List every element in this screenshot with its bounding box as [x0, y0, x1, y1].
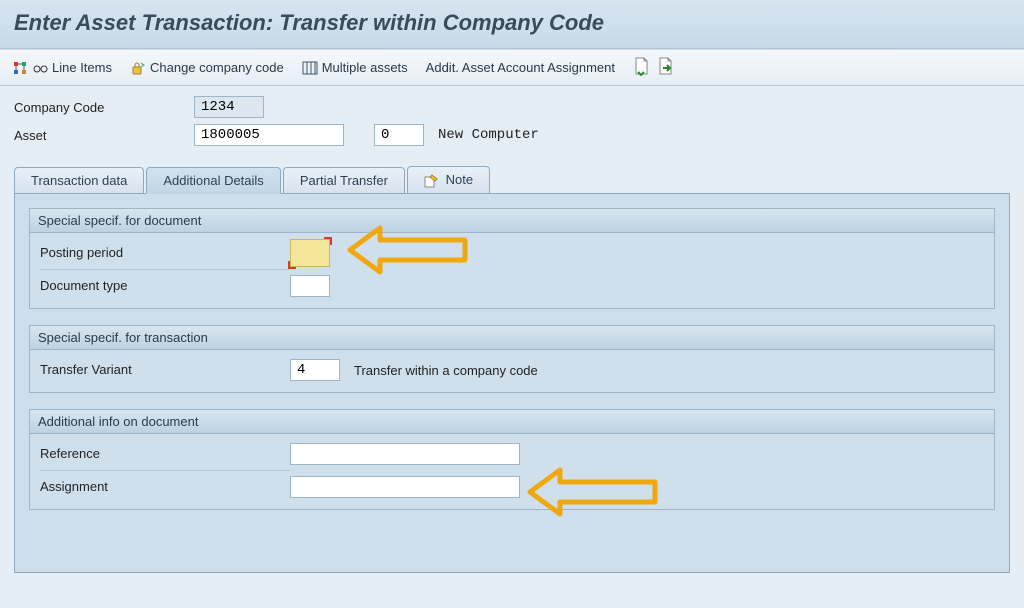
- multiple-assets-button[interactable]: Multiple assets: [302, 60, 408, 76]
- group-additional-info-document: Additional info on document Reference As…: [29, 409, 995, 510]
- group-special-specif-document: Special specif. for document Posting per…: [29, 208, 995, 309]
- company-code-label: Company Code: [14, 100, 194, 115]
- line-items-label: Line Items: [52, 60, 112, 75]
- group1-title: Special specif. for document: [30, 209, 994, 233]
- tab-partial-transfer[interactable]: Partial Transfer: [283, 167, 405, 193]
- toolbar: Line Items Change company code Multiple …: [0, 49, 1024, 86]
- group3-title: Additional info on document: [30, 410, 994, 434]
- page-title: Enter Asset Transaction: Transfer within…: [14, 10, 1010, 36]
- note-icon: [424, 173, 442, 188]
- glasses-icon: [32, 60, 48, 76]
- tab-note[interactable]: Note: [407, 166, 490, 193]
- org-chart-icon: [12, 60, 28, 76]
- posting-period-label: Posting period: [40, 245, 290, 261]
- document-export-icon[interactable]: [657, 56, 675, 79]
- group-special-specif-transaction: Special specif. for transaction Transfer…: [29, 325, 995, 393]
- asset-field[interactable]: [194, 124, 344, 146]
- reference-field[interactable]: [290, 443, 520, 465]
- group2-title: Special specif. for transaction: [30, 326, 994, 350]
- transfer-variant-label: Transfer Variant: [40, 362, 290, 378]
- addit-assign-label: Addit. Asset Account Assignment: [426, 60, 615, 75]
- asset-label: Asset: [14, 128, 194, 143]
- tab-additional-details-label: Additional Details: [163, 173, 263, 188]
- title-bar: Enter Asset Transaction: Transfer within…: [0, 0, 1024, 49]
- transfer-variant-description: Transfer within a company code: [354, 363, 538, 378]
- document-type-label: Document type: [40, 278, 290, 294]
- tab-additional-details[interactable]: Additional Details: [146, 167, 280, 194]
- asset-sub-field[interactable]: [374, 124, 424, 146]
- company-code-field[interactable]: [194, 96, 264, 118]
- tab-body: Special specif. for document Posting per…: [14, 193, 1010, 573]
- asset-description: New Computer: [438, 127, 539, 143]
- tab-transaction-data-label: Transaction data: [31, 173, 127, 188]
- line-items-button[interactable]: Line Items: [12, 60, 112, 76]
- transfer-variant-field[interactable]: [290, 359, 340, 381]
- change-company-code-label: Change company code: [150, 60, 284, 75]
- document-create-icon[interactable]: [633, 56, 651, 79]
- addit-asset-account-assignment-button[interactable]: Addit. Asset Account Assignment: [426, 60, 615, 75]
- multiple-assets-label: Multiple assets: [322, 60, 408, 75]
- reference-label: Reference: [40, 446, 290, 462]
- tab-note-label: Note: [446, 172, 473, 187]
- document-type-field[interactable]: [290, 275, 330, 297]
- tab-partial-transfer-label: Partial Transfer: [300, 173, 388, 188]
- columns-icon: [302, 60, 318, 76]
- tab-transaction-data[interactable]: Transaction data: [14, 167, 144, 193]
- assignment-label: Assignment: [40, 479, 290, 495]
- change-company-code-button[interactable]: Change company code: [130, 60, 284, 76]
- header-form: Company Code Asset New Computer: [0, 86, 1024, 166]
- tabstrip: Transaction data Additional Details Part…: [14, 166, 1010, 193]
- lock-switch-icon: [130, 60, 146, 76]
- assignment-field[interactable]: [290, 476, 520, 498]
